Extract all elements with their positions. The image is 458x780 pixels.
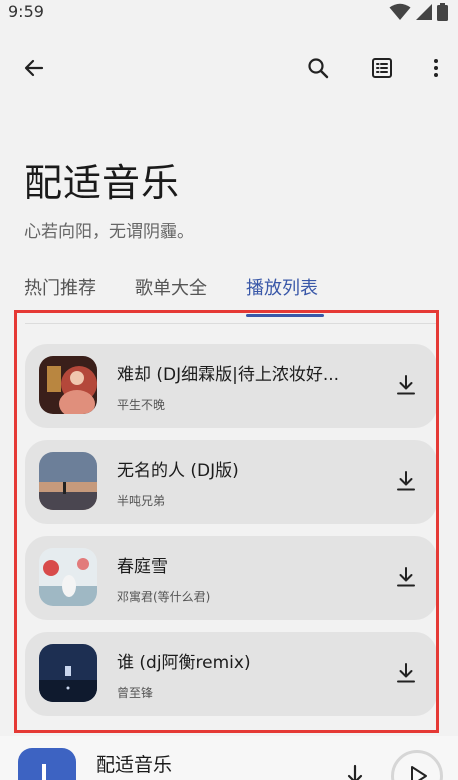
song-title: 难却 (DJ细霖版|待上浓妆好...	[117, 365, 340, 385]
download-icon	[397, 471, 415, 491]
download-button[interactable]	[391, 466, 421, 496]
page-subtitle: 心若向阳，无谓阴霾。	[24, 222, 194, 242]
page-title: 配适音乐	[24, 161, 181, 205]
play-button[interactable]	[391, 750, 443, 780]
list-icon	[372, 58, 392, 78]
tab-play-queue[interactable]: 播放列表	[246, 274, 318, 300]
song-title: 无名的人 (DJ版)	[117, 461, 239, 481]
song-artist: 邓寓君(等什么君)	[117, 590, 211, 604]
status-icons	[389, 3, 448, 21]
playlist-button[interactable]	[364, 50, 400, 86]
battery-icon	[437, 3, 448, 21]
search-icon	[308, 58, 329, 79]
song-item[interactable]: 无名的人 (DJ版) 半吨兄弟	[25, 440, 436, 524]
album-cover	[39, 644, 97, 702]
more-vert-icon	[434, 59, 438, 77]
toolbar	[0, 46, 458, 90]
signal-icon	[416, 4, 432, 20]
status-bar: 9:59	[0, 0, 458, 26]
song-item[interactable]: 谁 (dj阿衡remix) 曾至锋	[25, 632, 436, 716]
album-cover	[39, 356, 97, 414]
tab-hot[interactable]: 热门推荐	[24, 274, 96, 300]
download-icon	[397, 663, 415, 683]
play-icon	[411, 766, 427, 780]
download-icon	[397, 375, 415, 395]
music-note-icon	[42, 764, 46, 780]
song-title: 谁 (dj阿衡remix)	[117, 653, 251, 673]
song-title: 春庭雪	[117, 557, 168, 577]
tab-playlists[interactable]: 歌单大全	[135, 274, 207, 300]
player-download-button[interactable]	[343, 762, 367, 780]
status-time: 9:59	[8, 2, 44, 21]
album-cover	[39, 452, 97, 510]
back-button[interactable]	[16, 50, 52, 86]
player-cover	[18, 748, 76, 780]
search-button[interactable]	[300, 50, 336, 86]
header: 配适音乐 心若向阳，无谓阴霾。	[24, 152, 194, 242]
more-button[interactable]	[418, 50, 454, 86]
arrow-left-icon	[24, 59, 44, 77]
song-list: 难却 (DJ细霖版|待上浓妆好... 平生不晚 无名的人 (DJ版) 半吨兄弟	[14, 310, 439, 733]
song-item[interactable]: 春庭雪 邓寓君(等什么君)	[25, 536, 436, 620]
song-artist: 半吨兄弟	[117, 494, 166, 508]
download-icon	[397, 567, 415, 587]
download-button[interactable]	[391, 562, 421, 592]
download-button[interactable]	[391, 658, 421, 688]
album-cover	[39, 548, 97, 606]
wifi-icon	[389, 3, 411, 20]
song-item[interactable]: 难却 (DJ细霖版|待上浓妆好... 平生不晚	[25, 344, 436, 428]
mini-player[interactable]: 配适音乐	[0, 736, 458, 780]
song-artist: 曾至锋	[117, 686, 154, 700]
song-artist: 平生不晚	[117, 398, 166, 412]
divider	[25, 323, 436, 324]
download-icon	[347, 764, 363, 780]
player-title: 配适音乐	[96, 754, 173, 776]
download-button[interactable]	[391, 370, 421, 400]
